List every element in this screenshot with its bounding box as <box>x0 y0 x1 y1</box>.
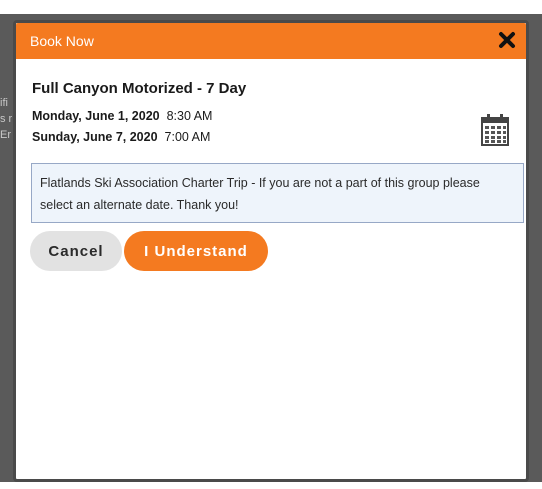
end-date: Sunday, June 7, 2020 <box>32 130 158 144</box>
backdrop-text-fragment: s r <box>0 113 13 125</box>
backdrop-top-strip <box>0 0 542 14</box>
dialog-title: Book Now <box>30 33 94 49</box>
calendar-icon <box>481 114 509 146</box>
dialog-header: Book Now <box>16 23 526 59</box>
end-time: 7:00 AM <box>164 130 211 144</box>
trip-title: Full Canyon Motorized - 7 Day <box>32 80 247 97</box>
backdrop-text-fragment: ifi <box>0 97 8 109</box>
start-time: 8:30 AM <box>166 109 213 123</box>
end-date-row: Sunday, June 7, 2020 7:00 AM <box>32 130 210 144</box>
i-understand-button[interactable]: I Understand <box>124 231 268 271</box>
close-button[interactable] <box>496 29 518 51</box>
book-now-dialog: Book Now Full Canyon Motorized - 7 Day M… <box>13 20 529 482</box>
start-date: Monday, June 1, 2020 <box>32 109 160 123</box>
backdrop-bottom-strip <box>0 482 542 489</box>
cancel-button[interactable]: Cancel <box>30 231 122 271</box>
charter-notice: Flatlands Ski Association Charter Trip -… <box>31 163 524 223</box>
close-x-icon <box>499 32 515 48</box>
start-date-row: Monday, June 1, 2020 8:30 AM <box>32 109 212 123</box>
backdrop-text-fragment: Er <box>0 129 11 141</box>
calendar-button[interactable] <box>480 113 510 147</box>
